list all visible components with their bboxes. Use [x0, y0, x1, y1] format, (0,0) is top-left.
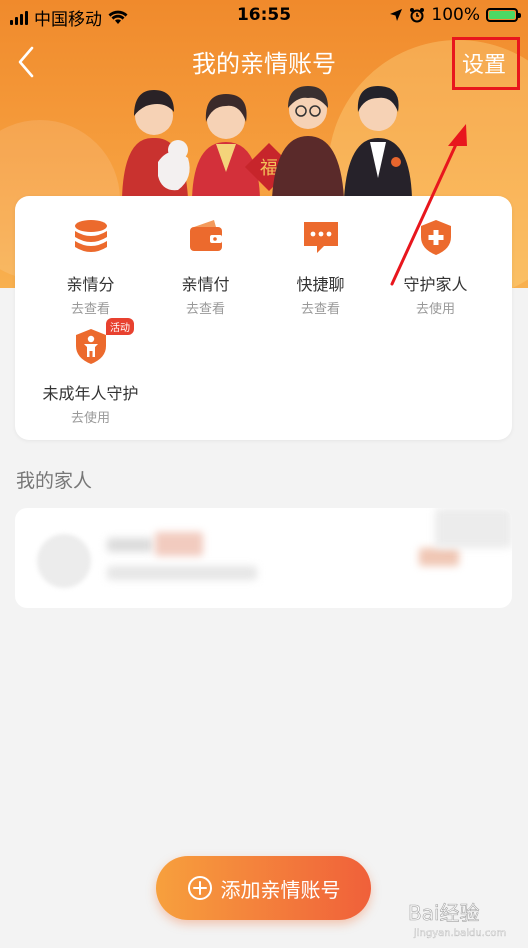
annotation-arrow: [390, 124, 467, 286]
